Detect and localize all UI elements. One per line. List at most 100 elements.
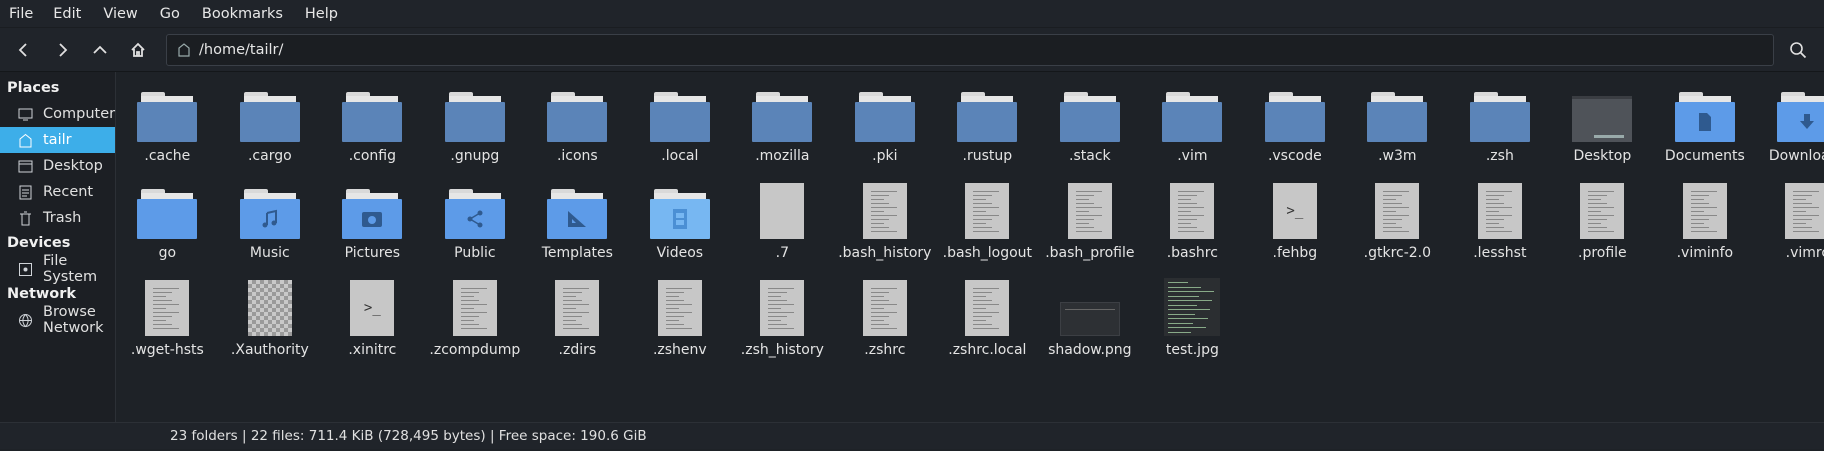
file-name: Public [454, 245, 496, 261]
script-icon: >_ [1263, 175, 1327, 239]
home-icon [18, 133, 33, 148]
script-icon: >_ [340, 272, 404, 336]
file-item[interactable]: .zdirs [526, 272, 629, 369]
search-button[interactable] [1780, 34, 1816, 66]
sidebar-item-file-system[interactable]: File System [0, 253, 115, 285]
file-item[interactable]: .zshrc [834, 272, 937, 369]
file-item[interactable]: >_ .xinitrc [321, 272, 424, 369]
file-item[interactable]: .gnupg [424, 78, 527, 175]
sidebar-item-tailr[interactable]: tailr [0, 127, 116, 153]
file-item[interactable]: test.jpg [1141, 272, 1244, 369]
sidebar-item-trash[interactable]: Trash [0, 205, 115, 231]
folder-icon [648, 78, 712, 142]
menu-view[interactable]: View [103, 6, 147, 22]
menu-bookmarks[interactable]: Bookmarks [202, 6, 293, 22]
up-button[interactable] [84, 34, 116, 66]
file-item[interactable]: Videos [629, 175, 732, 272]
folder-icon [135, 175, 199, 239]
file-name: Templates [541, 245, 613, 261]
file-item[interactable]: .vim [1141, 78, 1244, 175]
text-file-icon [955, 175, 1019, 239]
sidebar-item-label: Desktop [43, 158, 103, 174]
file-item[interactable]: .zshenv [629, 272, 732, 369]
location-bar[interactable]: /home/tailr/ [166, 33, 1774, 66]
file-item[interactable]: .zshrc.local [936, 272, 1039, 369]
file-item[interactable]: .stack [1039, 78, 1142, 175]
desktop-icon [18, 159, 33, 174]
file-name: Downloads [1768, 148, 1824, 164]
file-item[interactable]: .wget-hsts [116, 272, 219, 369]
file-item[interactable]: .cache [116, 78, 219, 175]
file-item[interactable]: .mozilla [731, 78, 834, 175]
file-item[interactable]: .vimrc [1756, 175, 1824, 272]
file-name: .gnupg [450, 148, 500, 164]
sidebar-item-label: Computer [43, 106, 116, 122]
file-item[interactable]: Public [424, 175, 527, 272]
sidebar-item-label: Recent [43, 184, 94, 200]
file-item[interactable]: .lesshst [1449, 175, 1552, 272]
sidebar-item-recent[interactable]: Recent [0, 179, 115, 205]
file-item[interactable]: .bashrc [1141, 175, 1244, 272]
file-item[interactable]: >_ .fehbg [1244, 175, 1347, 272]
drive-icon [18, 262, 33, 277]
sidebar-item-computer[interactable]: Computer [0, 101, 115, 127]
menu-file[interactable]: File [9, 6, 43, 22]
file-item[interactable]: .bash_logout [936, 175, 1039, 272]
folder-icon [955, 78, 1019, 142]
file-item[interactable]: .pki [834, 78, 937, 175]
file-item[interactable]: .w3m [1346, 78, 1449, 175]
file-item[interactable]: .icons [526, 78, 629, 175]
forward-button[interactable] [46, 34, 78, 66]
folder-icon [545, 175, 609, 239]
file-name: .vim [1177, 148, 1208, 164]
sidebar-section-places: Places [7, 80, 60, 96]
file-item[interactable]: Pictures [321, 175, 424, 272]
chevron-right-icon [59, 42, 68, 57]
sidebar-item-browse-network[interactable]: Browse Network [0, 304, 115, 336]
folder-icon [1160, 78, 1224, 142]
file-name: .lesshst [1473, 245, 1527, 261]
text-file-icon [648, 272, 712, 336]
search-icon [1790, 41, 1807, 58]
file-name: .zdirs [558, 342, 597, 358]
file-item[interactable]: go [116, 175, 219, 272]
file-item[interactable]: Downloads [1756, 78, 1824, 175]
file-name: .xinitrc [348, 342, 397, 358]
file-item[interactable]: .7 [731, 175, 834, 272]
file-item[interactable]: .vscode [1244, 78, 1347, 175]
file-item[interactable]: .Xauthority [219, 272, 322, 369]
menu-help[interactable]: Help [305, 6, 348, 22]
sidebar-item-desktop[interactable]: Desktop [0, 153, 115, 179]
recent-icon [18, 185, 33, 200]
file-name: .pki [872, 148, 898, 164]
text-file-icon [853, 272, 917, 336]
file-item[interactable]: Music [219, 175, 322, 272]
folder-icon [135, 78, 199, 142]
file-item[interactable]: .rustup [936, 78, 1039, 175]
file-item[interactable]: Templates [526, 175, 629, 272]
file-item[interactable]: .local [629, 78, 732, 175]
file-item[interactable]: .cargo [219, 78, 322, 175]
back-button[interactable] [8, 34, 40, 66]
menu-edit[interactable]: Edit [53, 6, 91, 22]
text-file-icon [545, 272, 609, 336]
file-item[interactable]: Documents [1654, 78, 1757, 175]
file-view[interactable]: .cache .cargo .config .gnupg .icons .local .mo… [116, 72, 1824, 422]
file-item[interactable]: .config [321, 78, 424, 175]
file-item[interactable]: .viminfo [1654, 175, 1757, 272]
computer-icon [18, 107, 33, 122]
file-item[interactable]: .zsh_history [731, 272, 834, 369]
file-item[interactable]: .zcompdump [424, 272, 527, 369]
file-item[interactable]: .zsh [1449, 78, 1552, 175]
file-item[interactable]: .bash_history [834, 175, 937, 272]
file-name: .zshrc [864, 342, 906, 358]
file-item[interactable]: .gtkrc-2.0 [1346, 175, 1449, 272]
desktop-folder-icon [1570, 78, 1634, 142]
file-item[interactable]: Desktop [1551, 78, 1654, 175]
menu-go[interactable]: Go [160, 6, 190, 22]
home-button[interactable] [122, 34, 154, 66]
file-name: go [158, 245, 177, 261]
file-item[interactable]: shadow.png [1039, 272, 1142, 369]
file-item[interactable]: .profile [1551, 175, 1654, 272]
file-item[interactable]: .bash_profile [1039, 175, 1142, 272]
